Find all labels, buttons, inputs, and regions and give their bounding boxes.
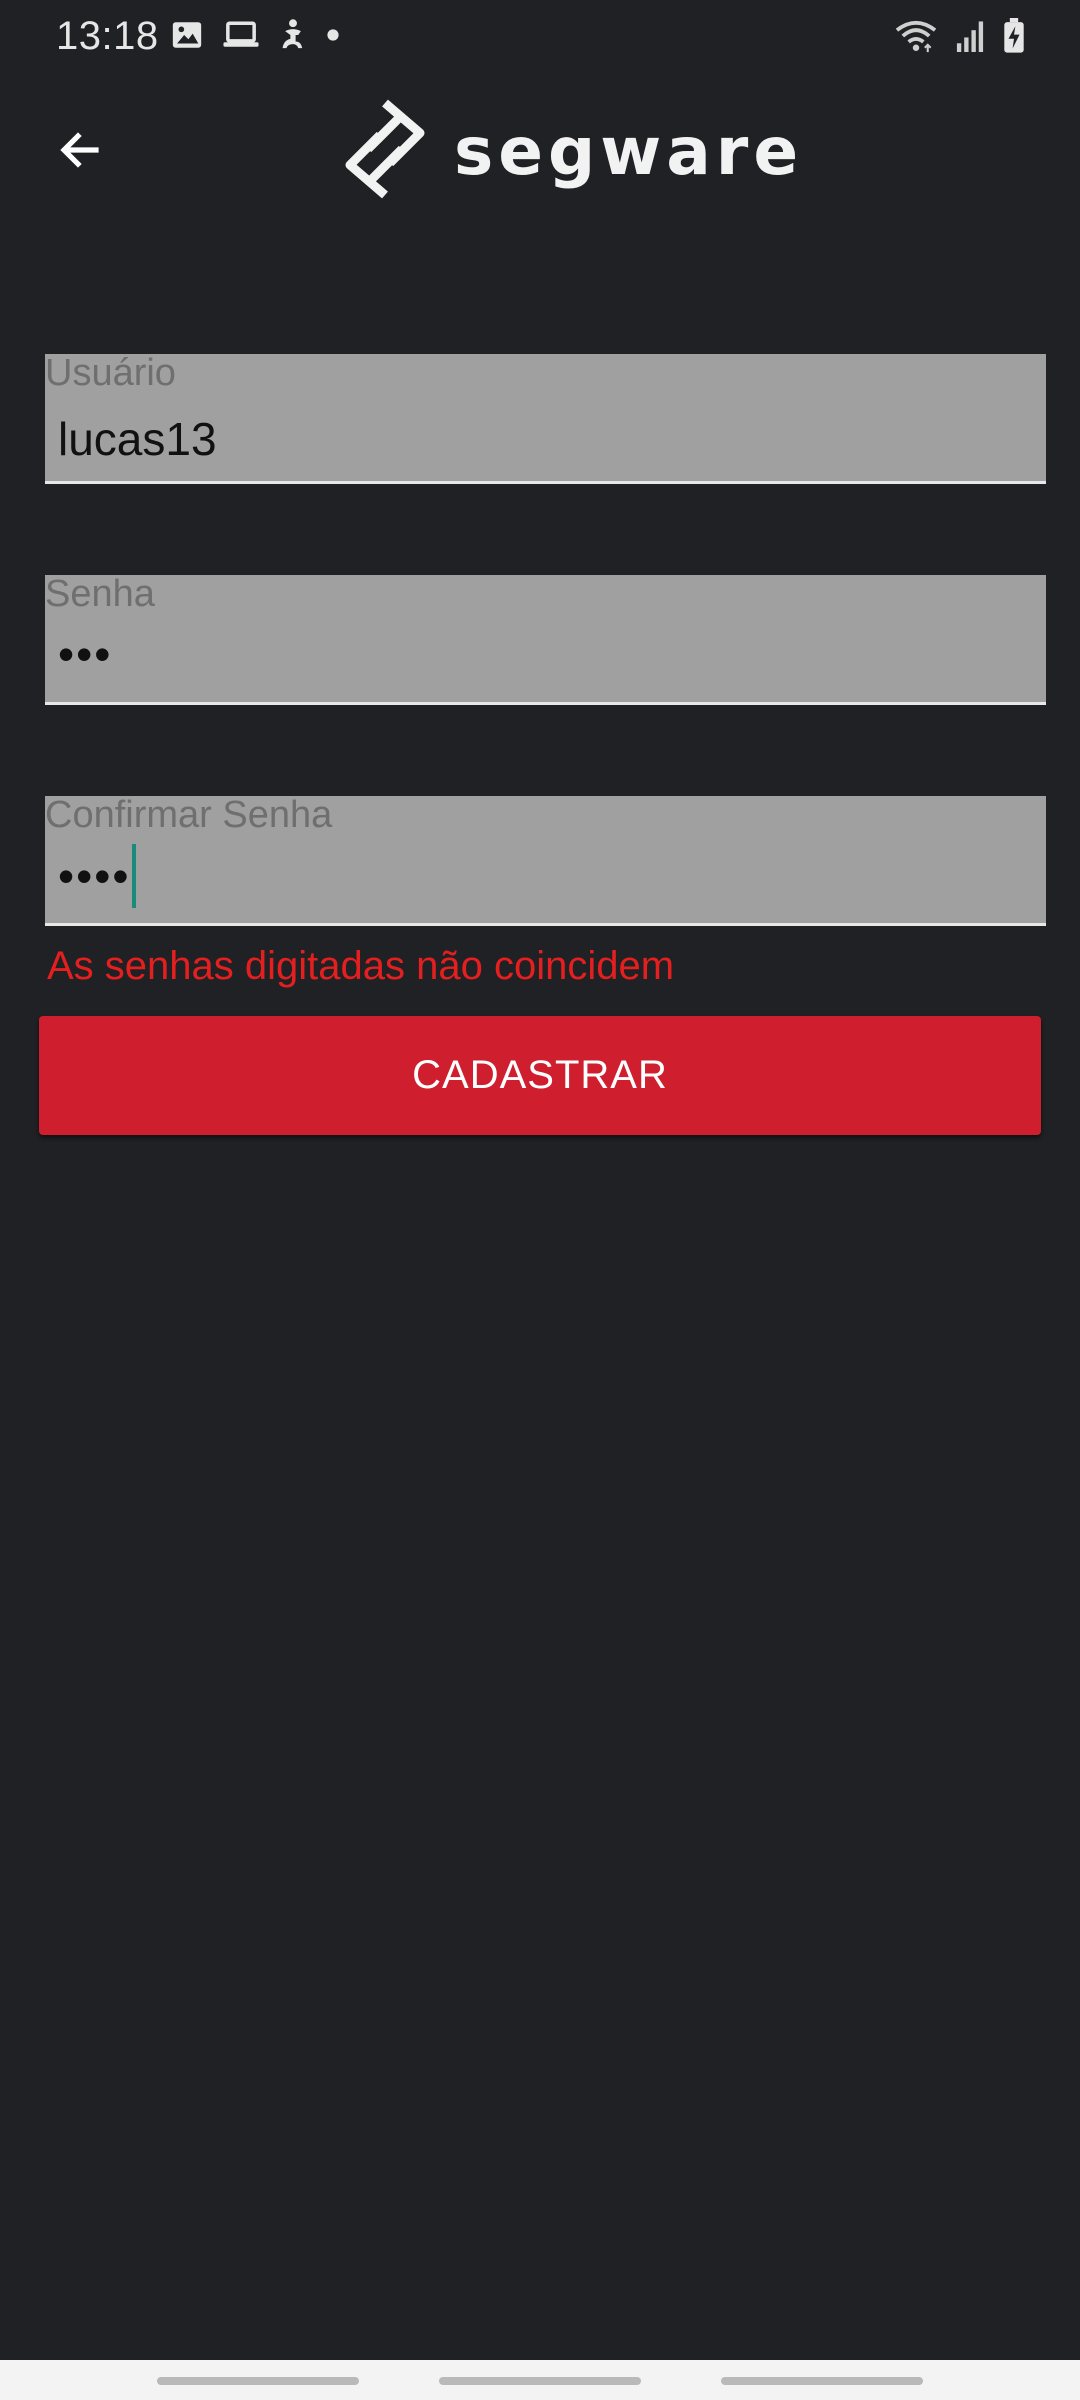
logo-mark-icon [340, 97, 430, 206]
notification-icons [170, 18, 340, 52]
register-button[interactable]: CADASTRAR [39, 1016, 1041, 1135]
username-value: lucas13 [58, 413, 217, 465]
segware-logo: segware [340, 96, 803, 206]
navigation-bar [0, 2360, 1080, 2400]
text-caret [132, 844, 137, 908]
dot-icon [326, 18, 340, 52]
confirm-password-field[interactable]: Confirmar Senha •••• [45, 794, 1046, 926]
username-label: Usuário [45, 352, 176, 394]
nav-back-button[interactable] [721, 2377, 923, 2385]
image-icon [170, 18, 204, 52]
accessibility-icon [278, 18, 308, 52]
username-field[interactable]: Usuário lucas13 [45, 352, 1046, 484]
password-mismatch-error: As senhas digitadas não coincidem [47, 944, 675, 988]
password-label: Senha [45, 573, 155, 615]
confirm-password-value: •••• [58, 850, 131, 903]
signal-icon [954, 18, 986, 59]
laptop-icon [222, 18, 260, 52]
nav-home-button[interactable] [439, 2377, 641, 2385]
confirm-password-label: Confirmar Senha [45, 794, 333, 836]
nav-recents-button[interactable] [157, 2377, 359, 2385]
status-time: 13:18 [56, 14, 159, 58]
arrow-back-icon [56, 126, 104, 179]
register-screen: 13:18 segware Usuário lucas13 Senha ••• … [0, 0, 1080, 2400]
confirm-password-input: •••• [58, 844, 137, 912]
password-value: ••• [58, 628, 113, 680]
password-field[interactable]: Senha ••• [45, 573, 1046, 705]
back-button[interactable] [44, 116, 116, 188]
status-bar: 13:18 [0, 0, 1080, 76]
system-icons [894, 18, 1026, 59]
battery-charging-icon [1002, 18, 1026, 59]
logo-text: segware [454, 112, 804, 190]
wifi-icon [894, 18, 938, 59]
app-bar: segware [0, 76, 1080, 226]
